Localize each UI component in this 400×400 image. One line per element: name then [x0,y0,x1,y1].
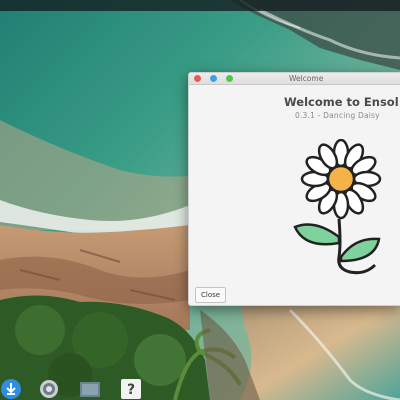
window-title: Welcome [289,74,324,83]
window-maximize-button[interactable] [226,75,233,82]
help-glyph: ? [127,382,135,398]
window-close-button[interactable] [194,75,201,82]
files-icon[interactable] [79,378,101,400]
welcome-heading: Welcome to Ensol [284,95,399,109]
version-label: 0.3.1 - Dancing Daisy [295,111,380,120]
help-icon[interactable]: ? [120,378,142,400]
settings-icon[interactable] [38,378,60,400]
daisy-logo-icon [293,139,382,275]
close-button[interactable]: Close [195,287,227,303]
download-icon[interactable] [0,378,22,400]
window-minimize-button[interactable] [210,75,217,82]
top-panel [0,0,400,11]
window-titlebar[interactable]: Welcome [189,73,400,85]
welcome-window: Welcome Welcome to Ensol 0.3.1 - Dancing… [188,72,400,306]
dock: ? [0,376,150,400]
